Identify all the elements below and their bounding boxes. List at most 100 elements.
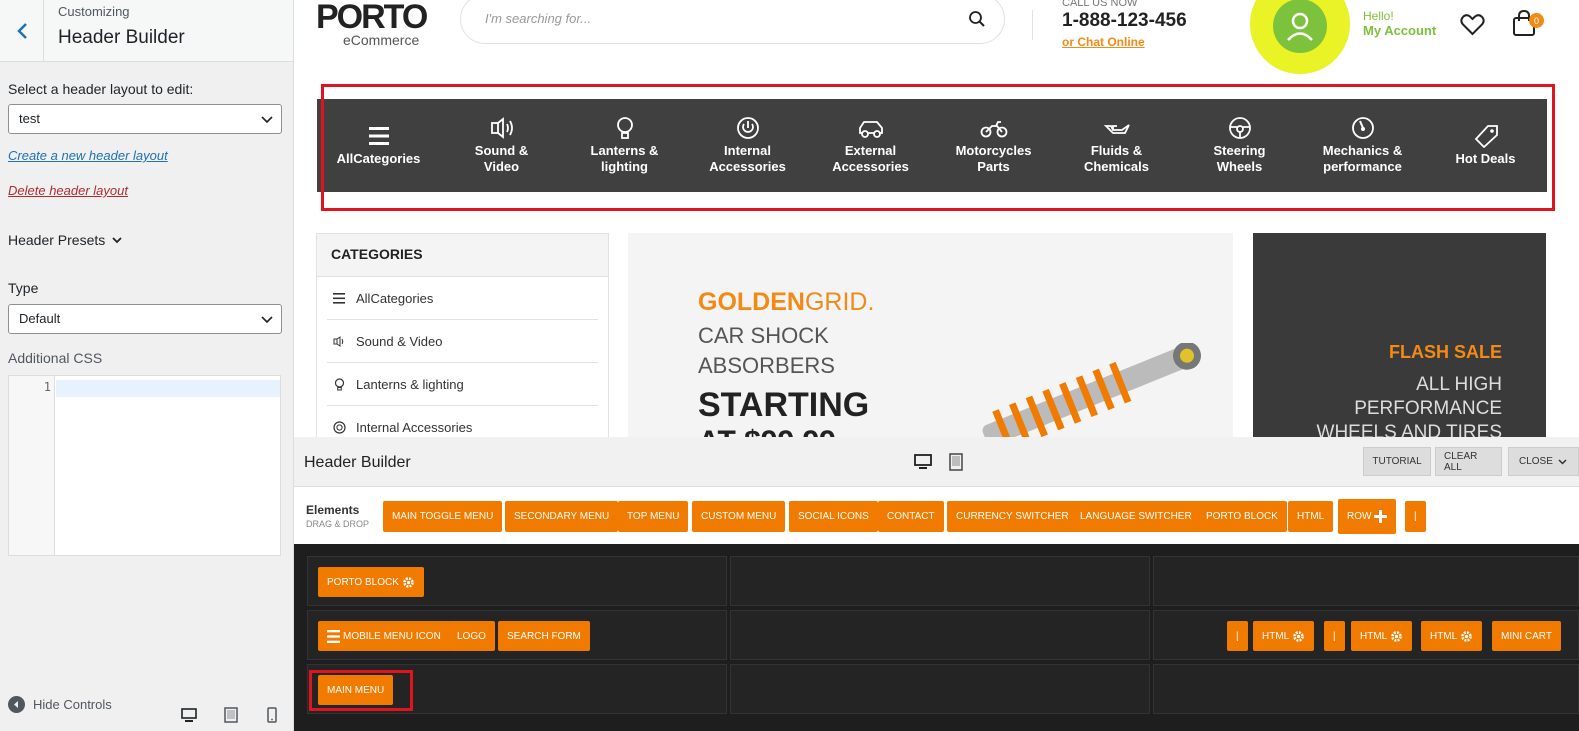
banner-line2: ABSORBERS [698,353,835,378]
category-item[interactable]: Sound & Video [327,320,598,363]
back-button[interactable] [0,0,44,62]
close-button[interactable]: CLOSE [1508,447,1579,476]
category-item[interactable]: Lanterns & lighting [327,363,598,406]
call-us-label: CALL US NOW [1062,0,1138,9]
promo-banner[interactable]: GOLDENGRID. CAR SHOCK ABSORBERS STARTING… [628,233,1233,443]
flash-sale-banner[interactable]: FLASH SALE ALL HIGH PERFORMANCE WHEELS A… [1253,233,1546,443]
element-html[interactable]: HTML [1288,501,1334,532]
search-placeholder: I'm searching for... [485,11,592,26]
search-icon[interactable] [968,10,986,28]
html-label: HTML [1430,630,1458,642]
bulb-icon [334,377,345,390]
flash-line1: ALL HIGH [1416,374,1502,395]
panel-title: Header Builder [58,27,185,48]
banner-line1: CAR SHOCK [698,323,829,348]
element-contact[interactable]: CONTACT [878,501,944,532]
html-label: HTML [1262,630,1290,642]
header-presets-toggle[interactable]: Header Presets [8,232,123,248]
element-currency-switcher[interactable]: CURRENCY SWITCHER [947,501,1078,532]
grid-cell[interactable] [1153,664,1579,714]
element-custom-menu[interactable]: CUSTOM MENU [692,501,786,532]
menu-icon [333,292,345,304]
html-item[interactable]: HTML [1351,621,1413,651]
element-porto-block[interactable]: PORTO BLOCK [1197,501,1287,532]
chevron-down-icon [261,316,273,324]
account-block[interactable]: Hello! My Account [1363,9,1436,38]
hide-controls-button[interactable]: Hide Controls [8,696,112,713]
element-language-switcher[interactable]: LANGUAGE SWITCHER [1071,501,1201,532]
porto-block-item[interactable]: PORTO BLOCK [318,567,424,597]
logo-item[interactable]: LOGO [448,621,495,651]
elements-title: Elements [306,503,360,517]
tutorial-button[interactable]: TUTORIAL [1363,447,1431,476]
element-row[interactable]: ROW [1338,499,1397,534]
element-main-toggle-menu[interactable]: MAIN TOGGLE MENU [383,501,503,532]
logo-subtext: eCommerce [343,32,420,48]
search-input[interactable]: I'm searching for... [460,0,1005,44]
banner-brand-a: GOLDEN [698,288,805,316]
mobile-menu-icon-label: MOBILE MENU ICON [343,630,441,642]
gear-icon[interactable] [402,576,415,589]
html-item[interactable]: HTML [1253,621,1315,651]
menu-icon [327,629,340,643]
mobile-menu-icon-item[interactable]: MOBILE MENU ICON [318,621,450,651]
customizer-panel: Customizing Header Builder Select a head… [0,0,294,731]
flash-title: FLASH SALE [1388,342,1502,362]
desktop-preview-icon[interactable] [181,707,197,723]
layout-select[interactable]: test [8,104,282,134]
layout-select-value: test [19,111,40,126]
gear-icon[interactable] [1390,630,1403,643]
category-label: AllCategories [356,290,434,306]
mini-cart-item[interactable]: MINI CART [1492,621,1561,651]
header-builder-panel: Header Builder TUTORIAL CLEAR ALL CLOSE … [294,437,1579,731]
hide-controls-label: Hide Controls [33,697,112,712]
chat-online-link[interactable]: or Chat Online [1062,35,1187,49]
panel-subtitle: Customizing [58,4,130,19]
element-secondary-menu[interactable]: SECONDARY MENU [505,501,619,532]
mini-cart[interactable]: 0 [1512,9,1544,37]
html-item[interactable]: HTML [1421,621,1483,651]
delete-layout-link[interactable]: Delete header layout [8,183,128,198]
editor-active-line[interactable] [56,380,280,397]
element-social-icons[interactable]: SOCIAL ICONS [789,501,878,532]
mobile-preview-icon[interactable] [264,707,280,723]
grid-cell[interactable] [730,664,1150,714]
type-select[interactable]: Default [8,304,282,334]
gear-icon[interactable] [1460,630,1473,643]
gear-icon[interactable] [1292,630,1305,643]
grid-cell[interactable] [1153,556,1579,606]
my-account-link[interactable]: My Account [1363,23,1436,38]
element-separator[interactable]: | [1405,501,1426,532]
desktop-icon[interactable] [914,453,932,471]
power-icon [333,420,346,434]
tablet-preview-icon[interactable] [223,707,239,723]
category-label: Internal Accessories [356,419,473,435]
chevron-down-icon [261,116,273,124]
clear-all-button[interactable]: CLEAR ALL [1435,447,1502,476]
contact-block: CALL US NOW 1-888-123-456 or Chat Online [1062,0,1187,49]
element-top-menu[interactable]: TOP MENU [618,501,689,532]
divider [1032,10,1033,40]
grid-cell[interactable] [730,610,1150,660]
heart-icon[interactable] [1460,13,1485,36]
separator-item[interactable]: | [1324,621,1345,651]
banner-brand-b: GRID. [804,288,875,316]
categories-widget: CATEGORIES AllCategories Sound & Video L… [316,233,609,449]
banner-starting: STARTING [698,386,870,424]
site-logo[interactable]: PORTO eCommerce [316,0,428,48]
type-select-value: Default [19,311,61,326]
arrow-left-circle-icon [8,696,25,713]
grid-cell[interactable] [730,556,1150,606]
create-layout-link[interactable]: Create a new header layout [8,148,168,163]
additional-css-label: Additional CSS [8,350,103,366]
tablet-icon[interactable] [947,453,965,471]
phone-number[interactable]: 1-888-123-456 [1062,10,1187,32]
chevron-left-icon [16,23,27,39]
category-item[interactable]: AllCategories [327,277,598,320]
avatar[interactable] [1250,0,1350,74]
separator-item[interactable]: | [1227,621,1248,651]
css-editor[interactable]: 1 [8,375,281,556]
plus-icon [1374,510,1388,523]
search-form-item[interactable]: SEARCH FORM [498,621,590,651]
user-icon [1273,0,1327,53]
